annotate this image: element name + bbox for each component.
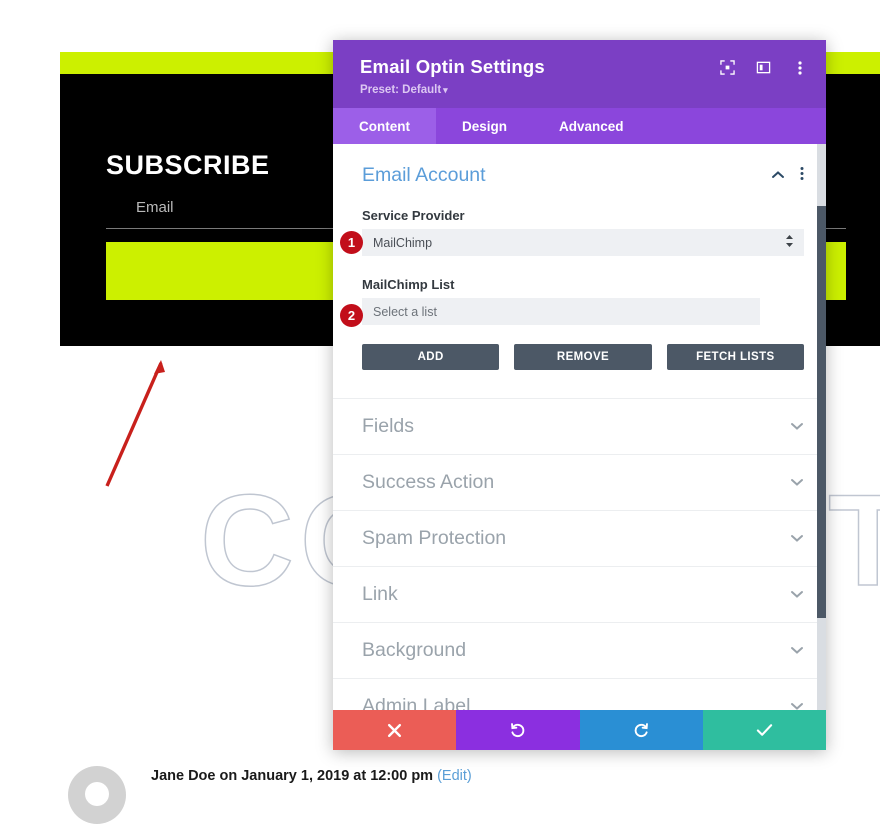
chevron-down-icon [790,586,804,604]
comment-author-date: Jane Doe on January 1, 2019 at 12:00 pm [151,768,434,784]
modal-body: Email Account Service Provider MailChimp… [333,144,826,710]
section-link[interactable]: Link [333,566,826,622]
modal-header: Email Optin Settings Preset: Default ▾ [333,40,826,108]
tab-advanced[interactable]: Advanced [533,108,650,144]
list-action-buttons: ADD REMOVE FETCH LISTS [362,344,804,370]
section-email-account-header[interactable]: Email Account [362,164,804,187]
redo-button[interactable] [579,710,703,750]
annotation-badge-1: 1 [340,231,363,254]
tab-design[interactable]: Design [436,108,533,144]
add-button[interactable]: ADD [362,344,500,370]
section-header-icons [771,166,804,186]
service-provider-select[interactable]: MailChimp [362,229,804,256]
modal-footer [333,710,826,750]
service-provider-label: Service Provider [362,208,465,223]
layout-icon[interactable] [755,59,772,76]
section-label: Background [362,639,467,661]
section-label: Spam Protection [362,527,507,549]
modal-header-icons [719,59,808,76]
modal-tabs: Content Design Advanced [333,108,826,144]
focus-icon[interactable] [719,59,736,76]
service-provider-value: MailChimp [373,235,433,250]
email-optin-settings-modal: Email Optin Settings Preset: Default ▾ C… [333,40,826,750]
subscribe-heading: SUBSCRIBE [106,150,270,180]
mailchimp-list-placeholder: Select a list [373,304,437,319]
section-label: Fields [362,415,415,437]
avatar [68,766,126,824]
remove-button[interactable]: REMOVE [514,344,652,370]
chevron-down-icon [790,474,804,492]
undo-button[interactable] [456,710,580,750]
section-background[interactable]: Background [333,622,826,678]
comment-meta: Jane Doe on January 1, 2019 at 12:00 pm(… [151,768,472,784]
tab-content[interactable]: Content [333,108,436,144]
fetch-lists-button[interactable]: FETCH LISTS [666,344,804,370]
annotation-arrow-icon [105,360,165,487]
chevron-down-icon [790,418,804,436]
email-field-label: Email [136,199,174,216]
section-admin-label[interactable]: Admin Label [333,678,826,710]
section-label: Admin Label [362,695,471,710]
section-label: Link [362,583,398,605]
save-button[interactable] [702,710,826,750]
section-label: Success Action [362,471,495,493]
mailchimp-list-label: MailChimp List [362,277,455,292]
section-email-account: Email Account Service Provider MailChimp… [333,144,826,398]
chevron-up-icon[interactable] [771,167,785,185]
more-vertical-icon[interactable] [791,59,808,76]
comment-edit-link[interactable]: (Edit) [437,768,472,784]
section-fields[interactable]: Fields [333,398,826,454]
chevron-down-icon: ▾ [443,85,448,95]
preset-label: Preset: Default [360,84,442,96]
modal-scrollbar-track[interactable] [817,144,826,710]
section-spam-protection[interactable]: Spam Protection [333,510,826,566]
chevron-down-icon [790,698,804,711]
modal-scrollbar-thumb[interactable] [817,206,826,618]
preset-selector[interactable]: Preset: Default ▾ [360,84,804,96]
cancel-button[interactable] [333,710,457,750]
mailchimp-list-input[interactable]: Select a list [362,298,760,325]
chevron-down-icon [790,530,804,548]
more-vertical-icon[interactable] [800,166,804,186]
section-title: Email Account [362,164,486,186]
stepper-arrows-icon [785,234,794,251]
chevron-down-icon [790,642,804,660]
section-success-action[interactable]: Success Action [333,454,826,510]
annotation-badge-2: 2 [340,304,363,327]
